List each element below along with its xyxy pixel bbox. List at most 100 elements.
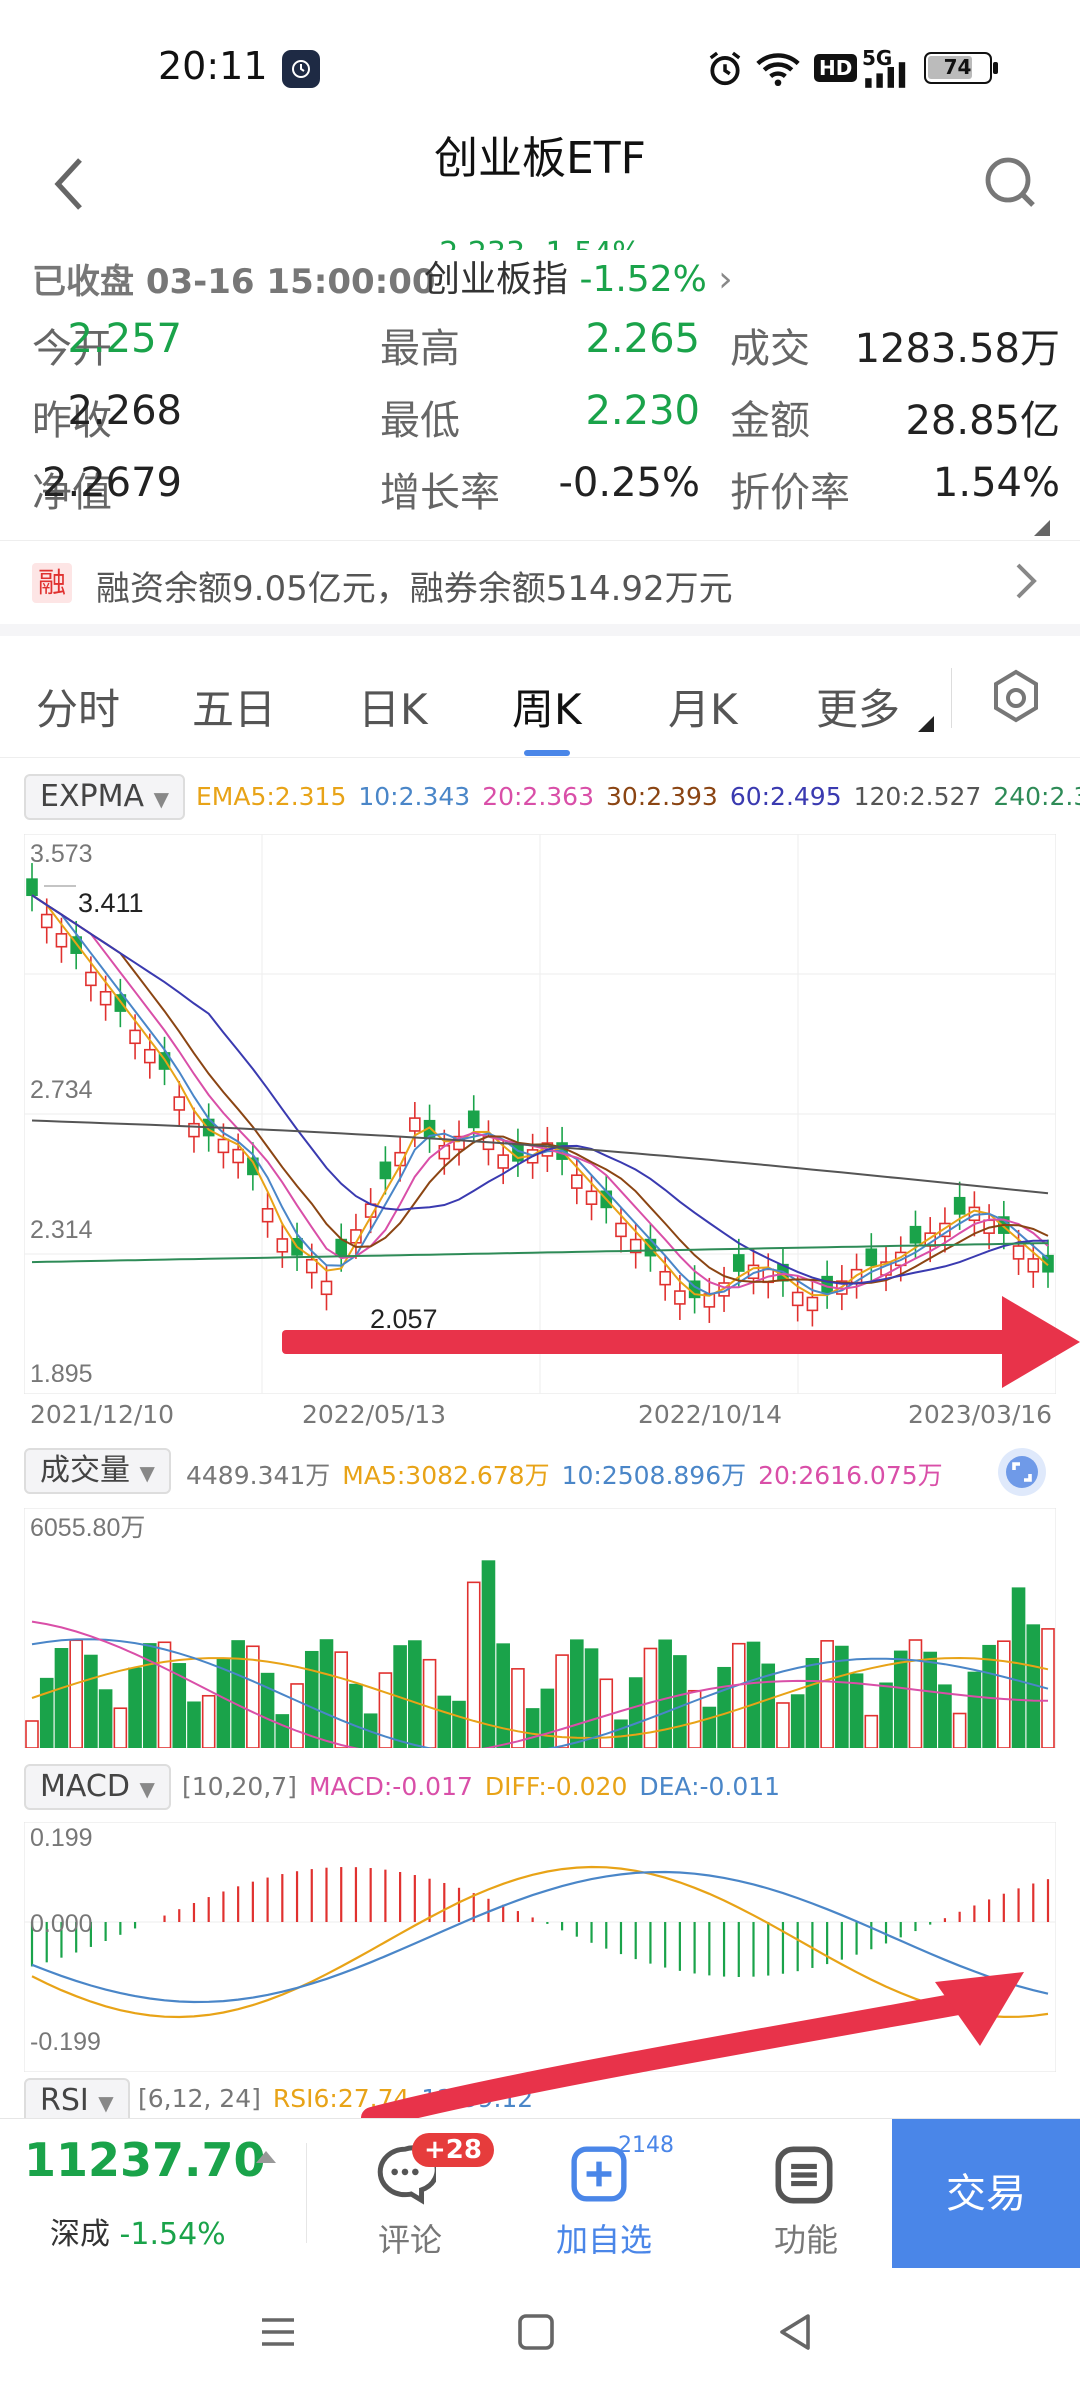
volume-bar: [54, 1648, 69, 1748]
volume-chart[interactable]: 6055.80万: [24, 1508, 1056, 1748]
tab-5[interactable]: 更多: [816, 676, 900, 737]
candlestick-chart[interactable]: 3.573 2.734 2.314 1.895 3.411 2.057: [24, 834, 1056, 1394]
volume-bar: [157, 1641, 172, 1748]
expand-corner-icon[interactable]: [1034, 520, 1050, 536]
caret-up-icon: [254, 2149, 278, 2169]
tab-2[interactable]: 日K: [358, 676, 428, 737]
volume-bar: [349, 1683, 363, 1748]
hd-icon: HD: [814, 54, 858, 82]
volume-bar: [952, 1712, 967, 1748]
signal-icon: [862, 62, 910, 92]
trade-button[interactable]: 交易: [892, 2119, 1080, 2269]
tab-3[interactable]: 周K: [512, 676, 582, 737]
tab-0[interactable]: 分时: [36, 676, 120, 737]
volume-header: 成交量 ▼ 4489.341万 MA5:3082.678万 10:2508.896万…: [24, 1448, 1064, 1496]
index-link[interactable]: 创业板指 -1.52% ›: [424, 250, 733, 302]
macd-selector[interactable]: MACD ▼: [24, 1764, 171, 1810]
indicator-param: [6,12, 24]: [138, 2084, 261, 2113]
volume-bar: [570, 1639, 584, 1748]
index-name: 创业板指: [424, 259, 569, 300]
volume-max-label: 6055.80万: [30, 1514, 145, 1542]
volume-bar: [702, 1706, 717, 1748]
indicator-param: 30:2.393: [606, 782, 718, 811]
indicator-param: 60:2.495: [729, 782, 842, 811]
volume-params: 4489.341万 MA5:3082.678万 10:2508.896万 20:261…: [186, 1456, 955, 1492]
candle-body: [26, 878, 38, 897]
volume-bar: [820, 1640, 834, 1748]
volume-bar: [614, 1719, 628, 1748]
macd-header: MACD ▼ [10,20,7] MACD:-0.017 DIFF:-0.020 DE…: [24, 1764, 1064, 1812]
market-info: 深成 -1.54%: [50, 2209, 226, 2253]
volume-bar: [997, 1640, 1011, 1748]
search-icon[interactable]: [982, 154, 1038, 218]
volume-selector[interactable]: 成交量 ▼: [24, 1448, 171, 1494]
volume-bar: [216, 1658, 231, 1748]
candle-body: [571, 1174, 583, 1189]
watch-count: 2148: [618, 2133, 674, 2158]
quote-value: 2.257: [67, 316, 182, 362]
comment-button[interactable]: +28 评论: [348, 2129, 494, 2259]
market-status: 已收盘 03-16 15:00:00: [32, 262, 436, 302]
indicator-param: [10,20,7]: [182, 1772, 297, 1801]
recent-apps-icon[interactable]: [258, 2312, 298, 2356]
function-label: 功能: [774, 2221, 839, 2259]
volume-bar: [511, 1668, 525, 1748]
index-change: -1.52%: [579, 259, 707, 300]
y-axis-label: 3.573: [30, 840, 93, 868]
indicator-param: 12:39.12: [421, 2084, 534, 2113]
candle-body: [143, 1048, 156, 1064]
candle-body: [865, 1248, 878, 1267]
indicator-param: MA5:3082.678万: [342, 1461, 550, 1490]
volume-bar: [923, 1651, 938, 1748]
expma-name: EXPMA: [40, 779, 145, 814]
indicator-param: 20:2.363: [482, 782, 594, 811]
function-button[interactable]: 功能: [756, 2129, 856, 2259]
app-notification-icon: [282, 50, 320, 88]
volume-bar: [496, 1643, 510, 1748]
quote-value: 2.230: [585, 388, 700, 434]
candle-body: [732, 1254, 745, 1272]
dropdown-corner-icon: [918, 716, 934, 736]
candle-body: [659, 1270, 671, 1286]
candle-body: [497, 1154, 509, 1169]
add-watchlist-button[interactable]: 2148 加自选: [548, 2129, 688, 2259]
tab-1[interactable]: 五日: [192, 676, 276, 737]
margin-row[interactable]: 融 融资余额9.05亿元，融券余额514.92万元: [0, 540, 1080, 636]
macd-chart[interactable]: 0.199 0.000 -0.199: [24, 1822, 1056, 2072]
tab-4[interactable]: 月K: [668, 676, 738, 737]
volume-bar: [967, 1671, 982, 1748]
candle-body: [674, 1290, 686, 1305]
chevron-right-icon: [1014, 561, 1038, 605]
macd-y-label: -0.199: [30, 2028, 101, 2056]
trade-label: 交易: [946, 2171, 1026, 2217]
volume-bar: [805, 1657, 820, 1748]
back-nav-icon[interactable]: [776, 2312, 816, 2356]
alarm-icon: [706, 50, 744, 92]
volume-bar: [422, 1658, 437, 1748]
watch-label: 加自选: [556, 2221, 653, 2259]
volume-bar: [1011, 1587, 1026, 1748]
x-axis-label: 2022/10/14: [638, 1400, 783, 1429]
home-icon[interactable]: [516, 2312, 556, 2356]
rsi-selector[interactable]: RSI ▼: [24, 2078, 130, 2118]
expma-params: EMA5:2.315 10:2.343 20:2.363 30:2.393 60:2.4…: [196, 782, 1080, 811]
y-axis-label: 2.314: [30, 1216, 93, 1244]
kchart-x-axis: 2021/12/10 2022/05/13 2022/10/14 2023/03/16: [24, 1400, 1056, 1440]
quote-value: 28.85亿: [905, 398, 1060, 444]
volume-bar: [717, 1666, 731, 1748]
candle-body: [791, 1291, 804, 1307]
system-nav-bar: [0, 2268, 1080, 2400]
quote-value: 2.2679: [42, 460, 182, 506]
candle-body: [129, 1029, 141, 1045]
volume-bar: [628, 1677, 643, 1748]
battery-icon: 74: [924, 52, 998, 84]
volume-bar: [731, 1642, 746, 1748]
volume-bar: [452, 1700, 466, 1748]
volume-bar: [304, 1650, 319, 1748]
candle-body: [806, 1296, 819, 1312]
settings-icon[interactable]: [990, 668, 1042, 732]
fullscreen-icon[interactable]: [998, 1448, 1046, 1496]
volume-bar: [555, 1654, 569, 1748]
x-axis-label: 2022/05/13: [302, 1400, 447, 1429]
expma-selector[interactable]: EXPMA ▼: [24, 774, 185, 820]
